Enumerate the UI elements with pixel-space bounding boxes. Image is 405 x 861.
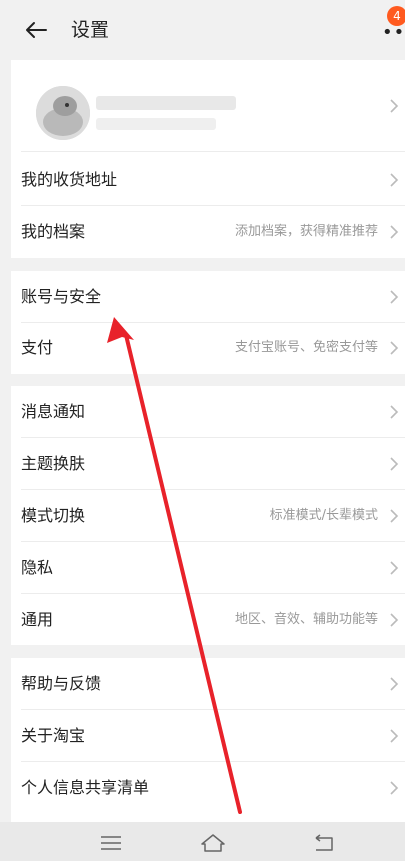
blurred-user-info [96,118,216,130]
row-label: 模式切换 [21,506,86,525]
chevron-right-icon [390,290,399,304]
row-label: 我的收货地址 [21,170,118,189]
account-security-row[interactable]: 账号与安全 [11,271,405,323]
row-label: 关于淘宝 [21,726,86,745]
chevron-right-icon [390,341,399,355]
more-button[interactable]: ••• 4 [378,6,405,44]
row-label: 通用 [21,610,54,629]
chevron-right-icon [390,677,399,691]
row-hint: 标准模式/长辈模式 [269,508,378,523]
nav-home-button[interactable] [195,830,231,856]
section-about: 帮助与反馈 关于淘宝 个人信息共享清单 [11,658,405,822]
row-hint: 支付宝账号、免密支付等 [234,340,378,355]
home-icon [201,834,225,852]
back-button[interactable] [18,14,54,46]
row-label: 我的档案 [21,222,86,241]
row-label: 帮助与反馈 [21,674,102,693]
menu-icon [101,836,121,850]
section-preferences: 消息通知 主题换肤 模式切换 标准模式/长辈模式 隐私 通用 地区、音效、辅助功… [11,386,405,645]
section-security: 账号与安全 支付 支付宝账号、免密支付等 [11,271,405,374]
notification-row[interactable]: 消息通知 [11,386,405,438]
chevron-right-icon [390,99,399,113]
nav-back-button[interactable] [306,830,342,856]
privacy-row[interactable]: 隐私 [11,542,405,594]
profile-row[interactable] [11,60,405,152]
row-label: 账号与安全 [21,287,102,306]
chevron-right-icon [390,613,399,627]
back-icon [315,834,333,851]
row-label: 主题换肤 [21,454,86,473]
more-dots-icon: ••• [382,22,405,43]
blurred-username [96,96,236,110]
address-row[interactable]: 我的收货地址 [11,154,405,206]
chevron-right-icon [390,405,399,419]
system-nav-bar [0,822,405,861]
row-hint: 地区、音效、辅助功能等 [234,612,378,627]
header: 设置 ••• 4 [0,0,405,60]
chevron-right-icon [390,781,399,795]
notification-badge: 4 [387,6,405,26]
about-taobao-row[interactable]: 关于淘宝 [11,710,405,762]
general-row[interactable]: 通用 地区、音效、辅助功能等 [11,594,405,645]
chevron-right-icon [390,561,399,575]
payment-row[interactable]: 支付 支付宝账号、免密支付等 [11,322,405,374]
page-title: 设置 [71,19,110,41]
row-label: 支付 [21,338,54,357]
row-label: 隐私 [21,558,54,577]
section-account: 我的收货地址 我的档案 添加档案，获得精准推荐 [11,60,405,258]
theme-row[interactable]: 主题换肤 [11,438,405,490]
chevron-right-icon [390,509,399,523]
nav-menu-button[interactable] [93,830,129,856]
row-label: 个人信息共享清单 [21,778,150,797]
chevron-right-icon [390,729,399,743]
personal-info-sharing-row[interactable]: 个人信息共享清单 [11,762,405,814]
row-label: 消息通知 [21,402,86,421]
divider [21,151,405,152]
chevron-right-icon [390,457,399,471]
avatar [36,86,90,140]
mode-switch-row[interactable]: 模式切换 标准模式/长辈模式 [11,490,405,542]
row-hint: 添加档案，获得精准推荐 [234,224,378,239]
chevron-right-icon [390,173,399,187]
archive-row[interactable]: 我的档案 添加档案，获得精准推荐 [11,206,405,258]
help-feedback-row[interactable]: 帮助与反馈 [11,658,405,710]
chevron-right-icon [390,225,399,239]
back-arrow-icon [26,22,47,38]
